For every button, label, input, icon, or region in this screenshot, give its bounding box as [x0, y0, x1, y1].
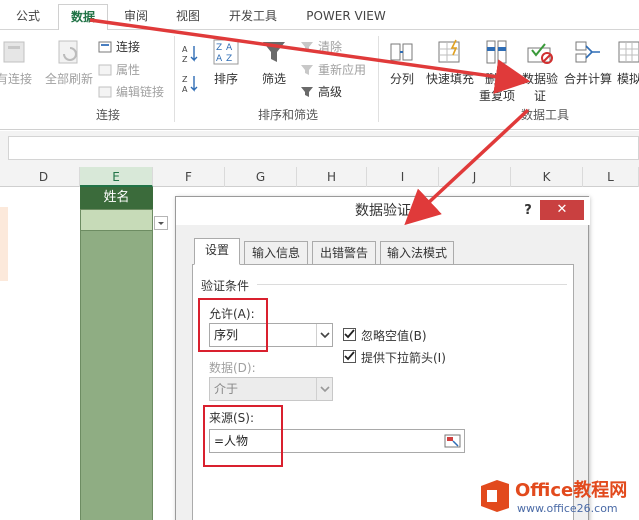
watermark: Office教程网 www.office26.com	[475, 470, 639, 520]
watermark-brand: Office教程网	[515, 480, 628, 501]
tab-settings[interactable]: 设置	[194, 238, 240, 265]
office-logo-icon	[481, 480, 509, 512]
watermark-url: www.office26.com	[517, 502, 618, 515]
annotation-arrows	[89, 18, 531, 226]
arrow-tab-to-validation	[89, 18, 531, 94]
arrow-validation-to-dialog	[404, 108, 530, 226]
